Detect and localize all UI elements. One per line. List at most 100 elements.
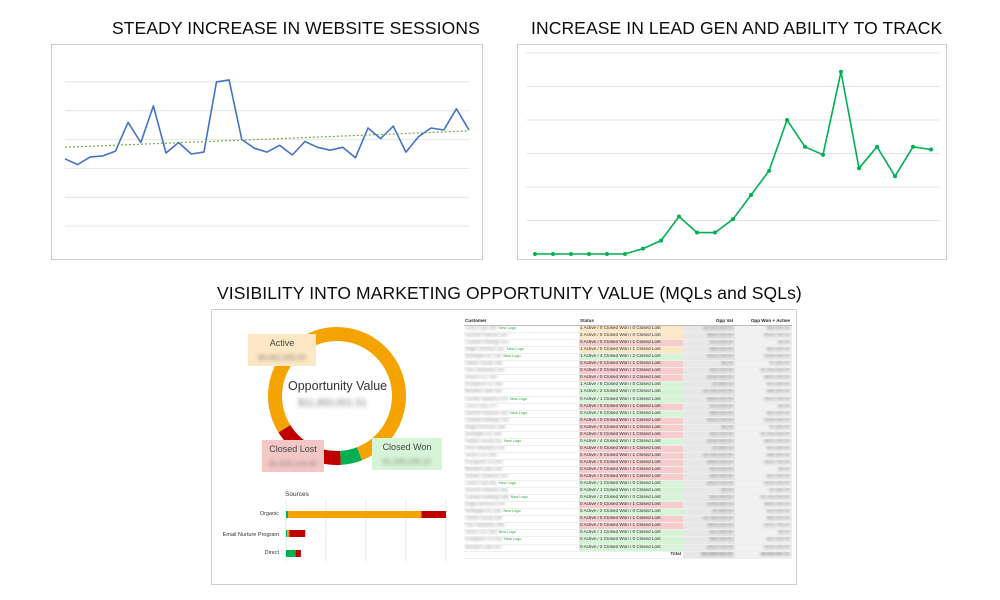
opp-val-cell: $1,250,000.00 — [683, 516, 735, 523]
opp-won-active-cell: $150,000.00 — [735, 481, 792, 488]
table-total-row: Total $11,950,001.51 $8,530,987.51 — [464, 551, 792, 559]
opp-val-cell: $845,300.00 — [683, 333, 735, 340]
sources-row-label: Direct — [264, 550, 279, 556]
opp-won-active-cell: $845,300.00 — [735, 375, 792, 382]
table-row: Northgate Inc 282 New Logo 0 Active / 2 Cl… — [464, 509, 792, 517]
opp-won-active-cell: $845,300.00 — [735, 502, 792, 509]
leads-data-point — [929, 147, 933, 152]
closed-won-label-box: Closed Won $1,099,335.10 — [372, 438, 442, 470]
opp-val-cell: $845,300.00 — [683, 396, 735, 403]
status-cell: 0 Active / 0 Closed Won / 2 Closed Lost — [579, 368, 683, 375]
opp-won-active-cell: $150,000.00 — [735, 354, 792, 361]
opp-val-cell: $7,800.00 — [683, 509, 735, 516]
opp-val-cell: $23,400.00 — [683, 431, 735, 438]
opp-won-active-cell: $0.00 — [735, 466, 792, 474]
opp-won-active-cell: $0.00 — [735, 340, 792, 347]
active-value: $9,661,950.00 — [258, 353, 306, 362]
sources-title: Sources — [285, 491, 309, 498]
leads-data-point — [821, 152, 825, 157]
table-row: Coastal Holdings 114 0 Active / 0 Closed … — [464, 340, 792, 348]
opp-val-cell: $150,000.00 — [683, 438, 735, 445]
status-cell: 0 Active / 1 Closed Won / 0 Closed Lost — [579, 530, 683, 537]
table-row: Evergreen Co 310 New Logo 0 Active / 1 Clo… — [464, 537, 792, 545]
opp-val-cell: $12,500.00 — [683, 340, 735, 347]
closed-won-label: Closed Won — [382, 442, 432, 452]
opp-won-active-cell: $150,000.00 — [735, 417, 792, 424]
opp-val-cell: $410,750.00 — [683, 417, 735, 424]
status-cell: 0 Active / 0 Closed Won / 1 Closed Lost — [579, 431, 683, 438]
opp-won-active-cell: $0.00 — [735, 403, 792, 410]
status-cell: 0 Active / 2 Closed Won / 0 Closed Lost — [579, 509, 683, 516]
opp-val-cell: $12,500.00 — [683, 403, 735, 410]
opp-val-cell: $7,800.00 — [683, 445, 735, 452]
table-row: Northgate Inc 205 0 Active / 0 Closed Won… — [464, 431, 792, 439]
opportunity-table: Customer Status Opp Val Opp Won + Active… — [464, 319, 792, 559]
status-cell: 0 Active / 0 Closed Won / 2 Closed Lost — [579, 466, 683, 474]
status-cell: 0 Active / 0 Closed Won / 1 Closed Lost — [579, 403, 683, 410]
opp-won-active-cell: $96,000.00 — [735, 516, 792, 523]
table-row: Coastal Holdings 191 0 Active / 0 Closed … — [464, 417, 792, 425]
leads-data-point — [803, 144, 807, 149]
closed-lost-label-box: Closed Lost $1,825,116.40 — [262, 440, 324, 472]
table-row: Bluebird Labs 317 0 Active / 2 Closed Won… — [464, 544, 792, 552]
customer-cell: Northgate Inc 205 — [465, 431, 502, 436]
opp-won-active-cell: $23,400.00 — [735, 474, 792, 481]
opp-val-cell: $1,250,000.00 — [683, 452, 735, 459]
opp-val-cell: $410,750.00 — [683, 544, 735, 551]
customer-cell: Evergreen Co 310 New Logo — [465, 537, 522, 542]
sources-bar-segment — [286, 550, 296, 557]
table-row: Acme Corp 177 0 Active / 0 Closed Won / 1… — [464, 403, 792, 411]
opp-val-cell: $96,000.00 — [683, 410, 735, 417]
opp-val-cell: $23,400.00 — [683, 368, 735, 375]
leads-data-point — [569, 252, 573, 256]
status-cell: 0 Active / 0 Closed Won / 1 Closed Lost — [579, 361, 683, 368]
status-cell: 0 Active / 0 Closed Won / 1 Closed Lost — [579, 417, 683, 424]
status-cell: 1 Active / 0 Closed Won / 0 Closed Lost — [579, 326, 683, 333]
leads-data-point — [587, 252, 591, 256]
opp-won-active-cell: $96,000.00 — [735, 389, 792, 396]
table-row: Pine Industries 142 0 Active / 0 Closed W… — [464, 368, 792, 376]
leads-data-point — [875, 144, 879, 149]
new-logo-badge: New Logo — [503, 354, 521, 359]
customer-cell: Evergreen Co 156 — [465, 382, 503, 387]
opp-val-cell: $12,500.00 — [683, 466, 735, 474]
leads-data-point — [857, 166, 861, 171]
customer-cell: Vertex LLC 149 — [465, 375, 497, 380]
table-row: Harbor Group 289 0 Active / 0 Closed Won … — [464, 516, 792, 524]
sources-bar-segment — [288, 511, 422, 518]
table-row: Granite Systems 170 New Logo 0 Active / 1 … — [464, 396, 792, 404]
table-body: Acme Corp 100 New Logo 1 Active / 0 Closed… — [464, 326, 792, 552]
opp-val-cell: $0.00 — [683, 488, 735, 495]
status-cell: 0 Active / 0 Closed Won / 1 Closed Lost — [579, 516, 683, 523]
opp-won-active-cell: $96,000.00 — [735, 452, 792, 459]
opp-val-cell: $410,750.00 — [683, 354, 735, 361]
customer-cell: Bluebird Labs 317 — [465, 544, 503, 549]
opp-won-active-cell: $845,300.00 — [735, 438, 792, 445]
leads-chart-title: INCREASE IN LEAD GEN AND ABILITY TO TRAC… — [531, 18, 943, 38]
customer-cell: Pine Industries 142 — [465, 368, 505, 373]
table-row: Evergreen Co 233 0 Active / 0 Closed Won … — [464, 459, 792, 467]
status-cell: 1 Active / 4 Closed Won / 2 Closed Lost — [579, 354, 683, 361]
col-opp-won-active-header: Opp Won + Active — [735, 319, 792, 326]
opp-val-cell: $96,000.00 — [683, 537, 735, 544]
donut-center-label: Opportunity Value — [288, 379, 388, 393]
leads-data-point — [605, 252, 609, 256]
opp-val-cell: $12,500.00 — [683, 530, 735, 537]
table-header-row: Customer Status Opp Val Opp Won + Active — [464, 319, 792, 327]
table-row: Vertex LLC 303 New Logo 0 Active / 1 Close… — [464, 530, 792, 538]
opp-won-active-cell: $7,800.00 — [735, 488, 792, 495]
customer-cell: Pine Industries 296 — [465, 523, 505, 528]
customer-cell: Acme Corp 254 New Logo — [465, 481, 517, 486]
opp-won-active-cell: $96,000.00 — [735, 326, 792, 333]
table-row: Ridge Services 198 0 Active / 0 Closed Wo… — [464, 424, 792, 432]
leads-data-point — [911, 144, 915, 149]
table-row: Harbor Group 212 New Logo 0 Active / 4 Clo… — [464, 438, 792, 446]
new-logo-badge: New Logo — [503, 509, 521, 514]
status-cell: 0 Active / 2 Closed Won / 0 Closed Lost — [579, 495, 683, 502]
status-cell: 0 Active / 0 Closed Won / 1 Closed Lost — [579, 452, 683, 459]
active-label-box: Active $9,661,950.00 — [248, 334, 316, 366]
opportunity-dashboard-panel: Opportunity Value $11,950,001.51 Active … — [211, 309, 797, 585]
status-cell: 1 Active / 0 Closed Won / 1 Closed Lost — [579, 347, 683, 354]
customer-cell: Harbor Group 289 — [465, 516, 503, 521]
customer-cell: Coastal Holdings 114 — [465, 340, 509, 345]
